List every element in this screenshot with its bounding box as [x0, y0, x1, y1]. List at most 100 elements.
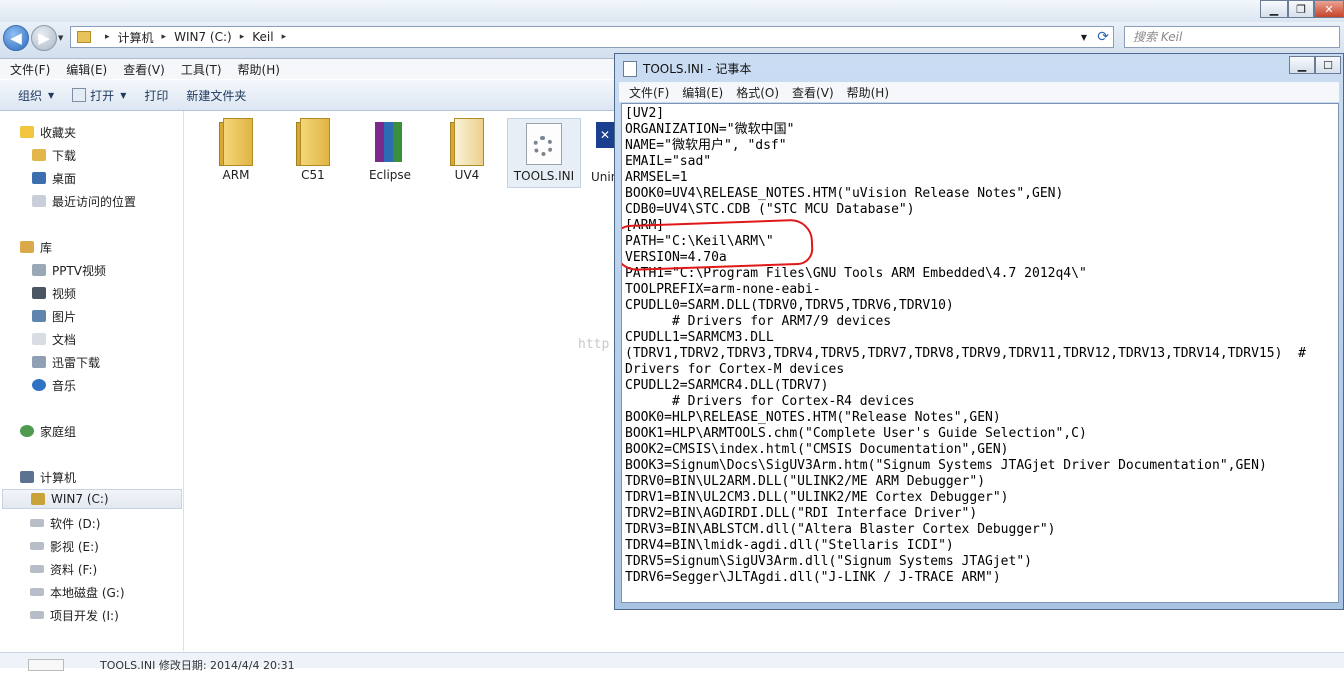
- notepad-text-area[interactable]: [UV2] ORGANIZATION="微软中国" NAME="微软用户", "…: [621, 103, 1339, 603]
- sidebar-item-drive-f[interactable]: 资料 (F:): [30, 559, 97, 579]
- breadcrumb-drive[interactable]: WIN7 (C:): [174, 30, 232, 44]
- sidebar-item-drive-c[interactable]: WIN7 (C:): [2, 489, 182, 509]
- history-dropdown-icon[interactable]: ▼: [58, 34, 63, 42]
- breadcrumb-keil[interactable]: Keil: [252, 30, 273, 44]
- address-dropdown-icon[interactable]: ▼: [1081, 33, 1087, 42]
- menu-file[interactable]: 文件(F): [629, 84, 669, 101]
- notepad-caption-buttons: ▁ ☐: [1289, 56, 1341, 74]
- menu-edit[interactable]: 编辑(E): [682, 84, 723, 101]
- file-label: Eclipse: [368, 168, 412, 182]
- maximize-icon[interactable]: ☐: [1315, 56, 1341, 74]
- sidebar-item-label: 项目开发 (I:): [50, 608, 119, 623]
- restore-icon[interactable]: ❐: [1288, 0, 1314, 18]
- computer-icon: [20, 471, 34, 483]
- file-list-area: [184, 111, 614, 651]
- details-text: TOOLS.INI 修改日期: 2014/4/4 20:31: [100, 659, 295, 672]
- notepad-title-bar[interactable]: TOOLS.INI - 记事本: [623, 60, 751, 77]
- watermark: http: [578, 337, 610, 352]
- explorer-title-strip: ▁ ❐ ✕: [0, 0, 1344, 22]
- menu-file[interactable]: 文件(F): [10, 61, 50, 78]
- sidebar-item-desktop[interactable]: 桌面: [32, 168, 76, 188]
- menu-view[interactable]: 查看(V): [123, 61, 165, 78]
- document-icon: [32, 333, 46, 345]
- notepad-icon: [623, 60, 637, 77]
- drive-icon: [30, 588, 44, 596]
- sidebar-item-pictures[interactable]: 图片: [32, 306, 76, 326]
- print-button[interactable]: 打印: [144, 87, 168, 104]
- sidebar-favorites-label: 收藏夹: [40, 125, 77, 140]
- menu-help[interactable]: 帮助(H): [238, 61, 280, 78]
- sidebar-item-drive-g[interactable]: 本地磁盘 (G:): [30, 582, 125, 602]
- file-label: ARM: [222, 168, 250, 182]
- file-label: TOOLS.INI: [513, 169, 575, 183]
- sidebar-favorites[interactable]: 收藏夹: [20, 122, 76, 142]
- search-input[interactable]: 搜索 Keil: [1124, 26, 1340, 48]
- sidebar-item-documents[interactable]: 文档: [32, 329, 76, 349]
- file-item-tools-ini[interactable]: TOOLS.INI: [507, 118, 581, 188]
- file-item-arm[interactable]: ARM: [201, 118, 271, 182]
- settings-file-icon: [526, 123, 562, 165]
- sidebar-homegroup-label: 家庭组: [40, 424, 77, 439]
- folder-icon: [77, 31, 91, 43]
- menu-edit[interactable]: 编辑(E): [66, 61, 107, 78]
- sidebar-item-drive-e[interactable]: 影视 (E:): [30, 536, 99, 556]
- sidebar-item-downloads[interactable]: 下载: [32, 145, 76, 165]
- sidebar-item-music[interactable]: 音乐: [32, 375, 76, 395]
- menu-view[interactable]: 查看(V): [792, 84, 834, 101]
- sidebar-item-label: 音乐: [52, 378, 77, 393]
- sidebar-item-label: 软件 (D:): [50, 516, 101, 531]
- file-thumbnail-icon: [28, 659, 64, 671]
- new-folder-button[interactable]: 新建文件夹: [186, 87, 246, 104]
- sidebar-homegroup[interactable]: 家庭组: [20, 421, 76, 441]
- sidebar-item-label: 桌面: [52, 171, 77, 186]
- file-label: UV4: [454, 168, 480, 182]
- sidebar-computer[interactable]: 计算机: [20, 467, 76, 487]
- folder-icon: [219, 118, 253, 166]
- folder-icon: [296, 118, 330, 166]
- sidebar-item-label: 本地磁盘 (G:): [50, 585, 125, 600]
- file-item-c51[interactable]: C51: [278, 118, 348, 182]
- explorer-caption-buttons: ▁ ❐ ✕: [1260, 0, 1344, 18]
- refresh-icon[interactable]: ⟳: [1097, 29, 1109, 45]
- minimize-icon[interactable]: ▁: [1260, 0, 1288, 18]
- sidebar-libraries[interactable]: 库: [20, 237, 52, 257]
- drive-icon: [30, 611, 44, 619]
- download-library-icon: [32, 356, 46, 368]
- minimize-icon[interactable]: ▁: [1289, 56, 1315, 74]
- chevron-down-icon: ▼: [48, 90, 55, 100]
- breadcrumb-computer[interactable]: 计算机: [118, 29, 154, 46]
- sidebar-item-videos[interactable]: 视频: [32, 283, 76, 303]
- open-button[interactable]: 打开 ▼: [72, 87, 126, 104]
- file-item-eclipse[interactable]: Eclipse: [355, 118, 425, 182]
- sidebar-item-recent[interactable]: 最近访问的位置: [32, 191, 136, 211]
- sidebar-item-pptv[interactable]: PPTV视频: [32, 260, 106, 280]
- sidebar-item-label: 图片: [52, 309, 77, 324]
- archive-icon: [373, 118, 407, 164]
- notepad-window: TOOLS.INI - 记事本 ▁ ☐ 文件(F) 编辑(E) 格式(O) 查看…: [614, 53, 1344, 610]
- address-field[interactable]: ▸ 计算机 ▸ WIN7 (C:) ▸ Keil ▸ ▼ ⟳: [70, 26, 1114, 48]
- sidebar-item-drive-i[interactable]: 项目开发 (I:): [30, 605, 119, 625]
- drive-icon: [31, 493, 45, 505]
- music-icon: [32, 379, 46, 391]
- folder-icon: [450, 118, 484, 166]
- sidebar-item-label: 下载: [52, 148, 77, 163]
- menu-format[interactable]: 格式(O): [736, 84, 779, 101]
- file-content[interactable]: [UV2] ORGANIZATION="微软中国" NAME="微软用户", "…: [625, 106, 1306, 586]
- menu-tools[interactable]: 工具(T): [181, 61, 222, 78]
- close-icon[interactable]: ✕: [1314, 0, 1344, 18]
- sidebar-item-label: 资料 (F:): [50, 562, 98, 577]
- uninstall-icon[interactable]: ✕: [596, 122, 614, 148]
- open-icon: [72, 88, 87, 102]
- sidebar-item-label: 迅雷下载: [52, 355, 101, 370]
- file-item-uv4[interactable]: UV4: [432, 118, 502, 182]
- sidebar-item-thunder[interactable]: 迅雷下载: [32, 352, 100, 372]
- notepad-menu-bar: 文件(F) 编辑(E) 格式(O) 查看(V) 帮助(H): [619, 82, 1339, 102]
- menu-help[interactable]: 帮助(H): [847, 84, 889, 101]
- back-button[interactable]: ◀: [3, 25, 29, 51]
- sidebar-item-drive-d[interactable]: 软件 (D:): [30, 513, 100, 533]
- organize-button[interactable]: 组织 ▼: [18, 87, 54, 104]
- sidebar-item-label: 视频: [52, 286, 77, 301]
- forward-button[interactable]: ▶: [31, 25, 57, 51]
- print-label: 打印: [144, 88, 169, 103]
- video-library-icon: [32, 264, 46, 276]
